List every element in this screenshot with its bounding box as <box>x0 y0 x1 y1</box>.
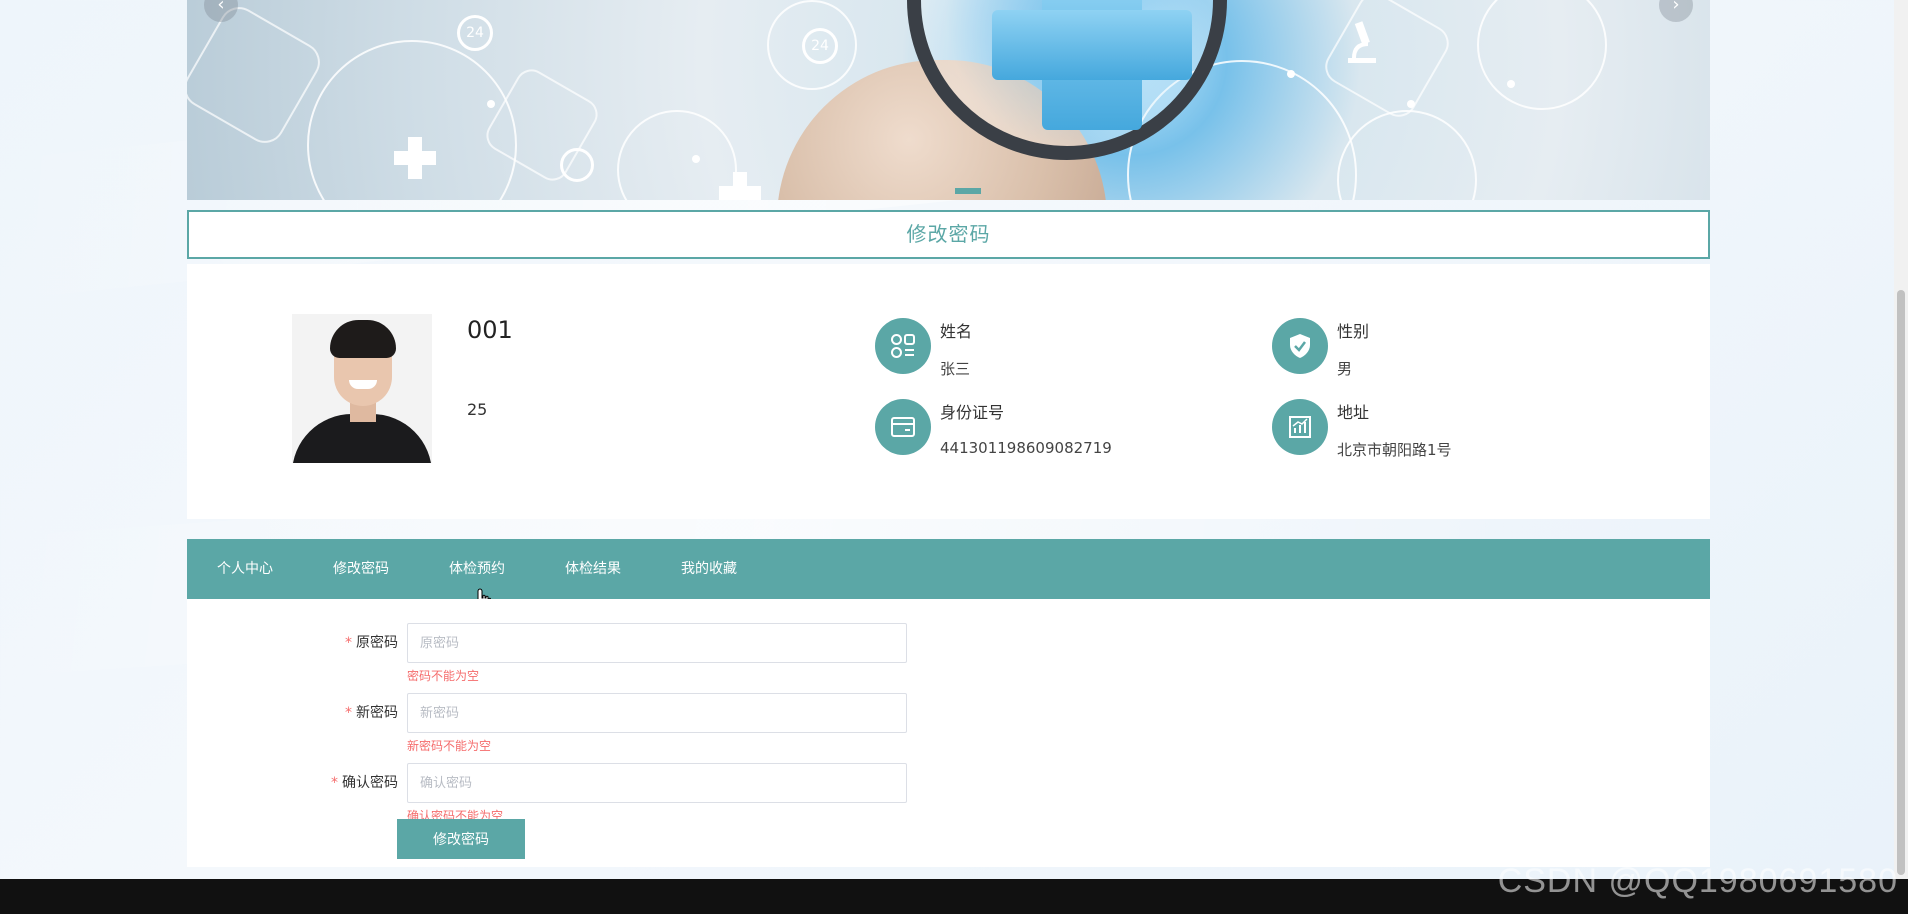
info-value: 男 <box>1337 360 1353 378</box>
banner-dot <box>1407 100 1415 108</box>
banner-dot <box>487 100 495 108</box>
confirm-password-input[interactable] <box>407 763 907 803</box>
watermark: CSDN @QQ1980691580 <box>1497 862 1898 900</box>
label-box: * 确认密码 <box>187 763 398 803</box>
banner-hex <box>187 0 328 151</box>
required-mark: * <box>331 775 338 791</box>
center-tabs: 个人中心 修改密码 体检预约 体检结果 我的收藏 <box>187 539 1710 599</box>
field-label-text: 确认密码 <box>342 775 398 791</box>
info-id-number: 身份证号 441301198609082719 <box>875 399 1235 459</box>
required-mark: * <box>345 635 352 651</box>
form-row-old-password: * 原密码 密码不能为空 <box>187 623 987 693</box>
wallet-card-icon <box>875 399 931 455</box>
new-password-label: * 新密码 <box>345 693 398 733</box>
clock-24-icon: 24 <box>802 28 838 64</box>
tab-personal-center[interactable]: 个人中心 <box>217 539 273 599</box>
banner-ring <box>1477 0 1607 110</box>
info-label: 姓名 <box>940 322 973 341</box>
info-address: 地址 北京市朝阳路1号 <box>1272 399 1632 459</box>
shield-check-icon <box>1272 318 1328 374</box>
avatar <box>292 314 432 463</box>
clock-24-icon: 24 <box>457 15 493 51</box>
info-label: 地址 <box>1337 403 1370 422</box>
page-title: 修改密码 <box>187 210 1710 259</box>
banner-carousel: 24 24 ‹ › <box>187 0 1710 200</box>
age: 25 <box>467 400 488 419</box>
scrollbar-thumb[interactable] <box>1897 290 1905 875</box>
old-password-error: 密码不能为空 <box>407 669 480 683</box>
required-mark: * <box>345 705 352 721</box>
label-box: * 新密码 <box>187 693 398 733</box>
change-password-submit-button[interactable]: 修改密码 <box>397 819 525 859</box>
microscope-icon <box>1342 20 1382 68</box>
field-label-text: 新密码 <box>356 705 398 721</box>
info-label: 性别 <box>1337 322 1370 341</box>
banner-next-button[interactable]: › <box>1659 0 1693 22</box>
profile-card: 001 25 姓名 张三 性别 男 身份证号 44130119860908271… <box>187 264 1710 519</box>
chart-icon <box>1272 399 1328 455</box>
avatar-hair <box>330 320 396 358</box>
tab-change-password[interactable]: 修改密码 <box>333 539 389 599</box>
carousel-indicator[interactable] <box>955 188 981 194</box>
old-password-input[interactable] <box>407 623 907 663</box>
label-box: * 原密码 <box>187 623 398 663</box>
change-password-form: * 原密码 密码不能为空 * 新密码 新密码不能为空 * 确认密码 确认密码不能为空 … <box>187 599 1710 867</box>
info-value: 北京市朝阳路1号 <box>1337 441 1452 459</box>
banner-dot <box>1287 70 1295 78</box>
medical-cross-icon <box>992 10 1192 80</box>
tab-my-favorites[interactable]: 我的收藏 <box>681 539 737 599</box>
eye-icon <box>560 148 594 182</box>
info-value: 441301198609082719 <box>940 439 1112 457</box>
banner-dot <box>1507 80 1515 88</box>
confirm-password-label: * 确认密码 <box>331 763 398 803</box>
banner-dot <box>692 155 700 163</box>
plus-icon <box>717 170 763 200</box>
info-value: 张三 <box>940 360 971 378</box>
form-row-confirm-password: * 确认密码 确认密码不能为空 <box>187 763 987 833</box>
info-name: 姓名 张三 <box>875 318 1235 378</box>
form-row-new-password: * 新密码 新密码不能为空 <box>187 693 987 763</box>
grid-icon <box>875 318 931 374</box>
tab-checkup-results[interactable]: 体检结果 <box>565 539 621 599</box>
field-label-text: 原密码 <box>356 635 398 651</box>
banner-hex <box>1318 0 1456 124</box>
new-password-error: 新密码不能为空 <box>407 739 492 753</box>
info-gender: 性别 男 <box>1272 318 1632 378</box>
plus-icon <box>392 135 438 181</box>
info-label: 身份证号 <box>940 403 1005 422</box>
old-password-label: * 原密码 <box>345 623 398 663</box>
new-password-input[interactable] <box>407 693 907 733</box>
username: 001 <box>467 316 513 344</box>
banner-ring <box>1337 110 1477 200</box>
